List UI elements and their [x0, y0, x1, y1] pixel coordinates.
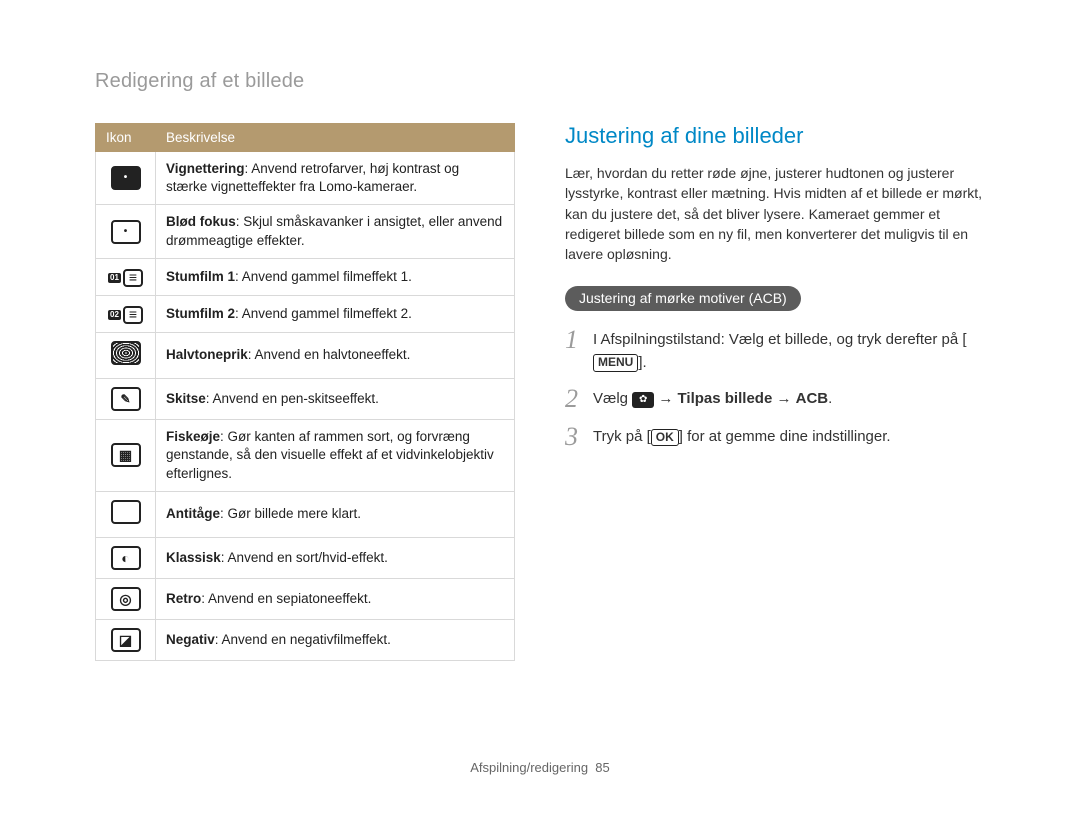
antifog-icon [111, 500, 141, 524]
step-item: 3 Tryk på [OK] for at gemme dine indstil… [565, 426, 985, 450]
step-number: 3 [565, 424, 593, 450]
step-number: 2 [565, 386, 593, 412]
table-row: Fiskeøje: Gør kanten af rammen sort, og … [96, 420, 515, 492]
table-row: 02 Stumfilm 2: Anvend gammel filmeffekt … [96, 295, 515, 332]
table-row: 01 Stumfilm 1: Anvend gammel filmeffekt … [96, 258, 515, 295]
classic-icon [111, 546, 141, 570]
table-row: Klassisk: Anvend en sort/hvid-effekt. [96, 537, 515, 578]
table-row: Halvtoneprik: Anvend en halvtoneeffekt. [96, 332, 515, 378]
negative-icon [111, 628, 141, 652]
steps-list: 1 I Afspilningstilstand: Vælg et billede… [565, 329, 985, 450]
table-row: Vignettering: Anvend retrofarver, høj ko… [96, 152, 515, 205]
sketch-icon [111, 387, 141, 411]
fisheye-icon [111, 443, 141, 467]
soft-focus-icon [111, 220, 141, 244]
page-title: Redigering af et billede [95, 70, 1000, 93]
table-row: Skitse: Anvend en pen-skitseeffekt. [96, 379, 515, 420]
table-row: Antitåge: Gør billede mere klart. [96, 491, 515, 537]
subsection-pill: Justering af mørke motiver (ACB) [565, 286, 801, 311]
section-heading: Justering af dine billeder [565, 123, 985, 149]
effects-table: Ikon Beskrivelse Vignettering: Anvend re… [95, 123, 515, 661]
table-row: Negativ: Anvend en negativfilmeffekt. [96, 619, 515, 660]
oldfilm1-icon: 01 [108, 269, 143, 287]
edit-image-icon [632, 392, 654, 408]
table-row: Retro: Anvend en sepiatoneeffekt. [96, 578, 515, 619]
oldfilm2-icon: 02 [108, 306, 143, 324]
step-item: 2 Vælg → Tilpas billede → ACB. [565, 388, 985, 412]
halftone-icon [111, 341, 141, 365]
th-desc: Beskrivelse [156, 124, 515, 152]
table-row: Blød fokus: Skjul småskavanker i ansigte… [96, 205, 515, 258]
page-footer: Afspilning/redigering 85 [0, 760, 1080, 775]
menu-button-icon: MENU [593, 354, 638, 372]
vignette-icon [111, 166, 141, 190]
step-item: 1 I Afspilningstilstand: Vælg et billede… [565, 329, 985, 374]
step-number: 1 [565, 327, 593, 353]
ok-button-icon: OK [651, 429, 679, 447]
intro-text: Lær, hvordan du retter røde øjne, juster… [565, 163, 985, 264]
retro-icon [111, 587, 141, 611]
th-icon: Ikon [96, 124, 156, 152]
